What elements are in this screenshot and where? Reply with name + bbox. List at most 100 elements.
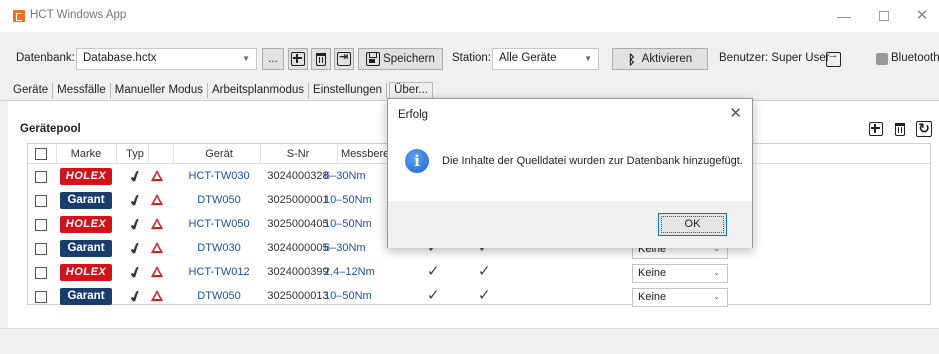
row-checkbox[interactable] (35, 243, 47, 255)
tab-5[interactable]: Über... (389, 82, 433, 99)
column-header-typ[interactable]: Typ (120, 148, 150, 160)
brand-logo: HOLEX (60, 216, 112, 233)
section-title: Gerätepool (20, 123, 81, 135)
activate-button[interactable]: ᛒ Aktivieren (612, 48, 708, 70)
row-checkbox[interactable] (35, 219, 47, 231)
plus-icon (869, 122, 883, 136)
pool-add-button[interactable] (867, 120, 885, 138)
dialog-close-button[interactable]: ✕ (729, 104, 742, 122)
logout-button[interactable] (824, 48, 842, 70)
column-header-marke[interactable]: Marke (60, 148, 112, 160)
column-divider (173, 144, 174, 164)
database-select[interactable]: Database.hctx ▼ (76, 48, 257, 70)
refresh-icon: ↻ (916, 121, 932, 137)
row-checkbox[interactable] (35, 195, 47, 207)
torque-wrench-icon: ✔ (126, 167, 146, 188)
device-name: HCT-TW050 (188, 218, 250, 230)
device-name: HCT-TW012 (188, 266, 250, 278)
window-title: HCT Windows App (30, 9, 127, 21)
bluetooth-icon: ᛒ (627, 51, 636, 67)
table-row[interactable]: Garant ✔ DTW050 3025000013 10–50Nm ✓ ✓ K… (28, 285, 930, 309)
measuring-range: 6–30Nm (324, 170, 366, 182)
torque-wrench-icon: ✔ (126, 191, 146, 212)
device-name: DTW030 (197, 242, 241, 254)
app-window: HCT Windows App — ✕ Datenbank: Database.… (0, 0, 939, 354)
pool-refresh-button[interactable]: ↻ (915, 120, 933, 138)
database-value: Database.hctx (83, 52, 157, 64)
select-all-checkbox[interactable] (35, 148, 47, 160)
maximize-button[interactable] (864, 6, 904, 26)
serial-number: 3025000405 (267, 218, 329, 230)
chevron-down-icon: ▼ (584, 54, 592, 63)
brand-logo: HOLEX (60, 264, 112, 281)
serial-number: 3025000013 (267, 290, 329, 302)
warning-icon (151, 242, 163, 253)
pool-delete-button[interactable] (891, 120, 909, 138)
column-header-snr[interactable]: S-Nr (263, 148, 333, 160)
column-header-geraet[interactable]: Gerät (178, 148, 260, 160)
column-header-messbereich[interactable]: Messbere (341, 148, 393, 160)
torque-wrench-icon: ✔ (126, 287, 146, 308)
bluetooth-label: Bluetooth (891, 52, 939, 64)
delete-button[interactable] (311, 48, 331, 70)
tab-2[interactable]: Manueller Modus (111, 83, 208, 98)
chevron-down-icon: ⌄ (713, 292, 720, 301)
warning-icon (151, 170, 163, 181)
status-bar (0, 328, 939, 354)
measuring-range: 10–50Nm (324, 194, 372, 206)
serial-number: 3024000399 (267, 266, 329, 278)
tab-bar: Geräte Messfälle Manueller Modus Arbeitspla… (13, 82, 433, 101)
serial-number: 3025000001 (267, 194, 329, 206)
row-checkbox[interactable] (35, 267, 47, 279)
tab-3[interactable]: Arbeitsplanmodus (208, 83, 310, 98)
plus-icon (291, 52, 305, 66)
import-icon (337, 50, 351, 66)
import-button[interactable] (334, 48, 354, 70)
serial-number: 3024000328 (267, 170, 329, 182)
tab-0[interactable]: Geräte (13, 83, 54, 98)
device-name: DTW050 (197, 290, 241, 302)
browse-button[interactable]: ... (262, 48, 284, 70)
tab-1[interactable]: Messfälle (53, 83, 111, 98)
add-button[interactable] (288, 48, 308, 70)
row-select[interactable]: Keine ⌄ (632, 288, 728, 307)
check-mark-icon: ✓ (427, 263, 440, 280)
station-label: Station: (452, 52, 491, 64)
trash-icon (895, 122, 905, 136)
brand-logo: Garant (60, 240, 112, 257)
app-logo-icon (13, 10, 25, 22)
minimize-button[interactable]: — (824, 6, 864, 26)
close-window-button[interactable]: ✕ (902, 6, 939, 26)
column-divider (56, 144, 57, 164)
row-checkbox[interactable] (35, 171, 47, 183)
measuring-range: 10–50Nm (324, 290, 372, 302)
tab-4[interactable]: Einstellungen (309, 83, 388, 98)
row-select-value: Keine (638, 267, 667, 279)
toolbar: Datenbank: Database.hctx ▼ ... Speichern… (0, 45, 939, 73)
brand-logo: Garant (60, 288, 112, 305)
info-icon: i (405, 149, 429, 173)
activate-label: Aktivieren (641, 53, 693, 65)
station-value: Alle Geräte (499, 52, 557, 64)
success-dialog: Erfolg ✕ i Die Inhalte der Quelldatei wu… (387, 98, 753, 248)
brand-logo: Garant (60, 192, 112, 209)
table-row[interactable]: HOLEX ✔ HCT-TW012 3024000399 2,4–12Nm ✓ … (28, 261, 930, 285)
column-divider (116, 144, 117, 164)
station-select[interactable]: Alle Geräte ▼ (492, 48, 599, 70)
dialog-message: Die Inhalte der Quelldatei wurden zur Da… (442, 155, 743, 167)
column-divider (260, 144, 261, 164)
ok-button[interactable]: OK (658, 213, 727, 236)
warning-icon (151, 218, 163, 229)
dialog-title: Erfolg (398, 109, 429, 121)
bluetooth-status-indicator (876, 53, 888, 65)
warning-icon (151, 290, 163, 301)
chevron-down-icon: ⌄ (713, 268, 720, 277)
check-mark-icon: ✓ (427, 287, 440, 304)
row-checkbox[interactable] (35, 291, 47, 303)
logout-icon (825, 49, 841, 67)
warning-icon (151, 194, 163, 205)
row-select[interactable]: Keine ⌄ (632, 264, 728, 283)
user-label: Benutzer: Super User (719, 52, 830, 64)
save-button[interactable]: Speichern (358, 48, 443, 70)
torque-wrench-icon: ✔ (126, 215, 146, 236)
